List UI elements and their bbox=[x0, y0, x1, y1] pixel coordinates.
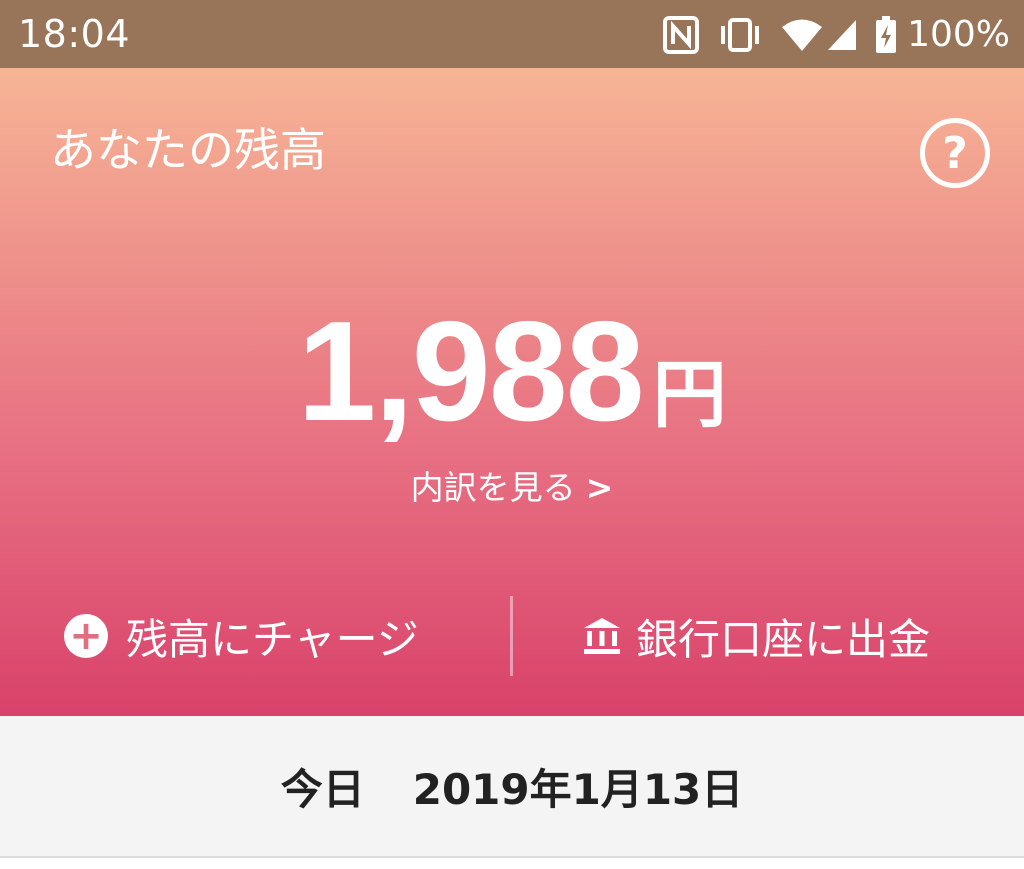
status-bar: 18:04 100% bbox=[0, 0, 1024, 68]
withdraw-label: 銀行口座に出金 bbox=[636, 614, 931, 664]
action-bar: + 残高にチャージ 銀行口座に出金 bbox=[0, 596, 1024, 676]
breakdown-label: 内訳を見る bbox=[410, 468, 576, 507]
signal-icon bbox=[827, 19, 857, 51]
battery-percentage: 100% bbox=[907, 14, 1010, 55]
help-button[interactable]: ? bbox=[920, 118, 990, 188]
balance-value: 1,988 bbox=[297, 292, 644, 451]
date-header: 今日 2019年1月13日 bbox=[0, 716, 1024, 858]
plus-circle-icon: + bbox=[64, 614, 108, 658]
help-icon: ? bbox=[942, 127, 968, 179]
vibrate-icon bbox=[717, 17, 763, 53]
date-value: 2019年1月13日 bbox=[412, 764, 744, 814]
status-time: 18:04 bbox=[18, 12, 131, 56]
balance-amount: 1,988 円 bbox=[0, 292, 1024, 451]
balance-panel: あなたの残高 ? 1,988 円 内訳を見る > + 残高にチャージ 銀行口座に… bbox=[0, 68, 1024, 716]
today-label: 今日 bbox=[280, 764, 365, 814]
chevron-right-icon: > bbox=[585, 468, 614, 507]
charge-label: 残高にチャージ bbox=[126, 614, 419, 664]
status-icons: 100% bbox=[645, 10, 1010, 60]
battery-icon bbox=[875, 16, 897, 54]
wifi-icon bbox=[781, 18, 823, 52]
charge-button[interactable]: + 残高にチャージ bbox=[64, 596, 419, 676]
action-divider bbox=[510, 596, 513, 676]
currency-unit: 円 bbox=[652, 352, 727, 438]
page-title: あなたの残高 bbox=[50, 123, 326, 177]
nfc-icon bbox=[663, 16, 700, 54]
withdraw-button[interactable]: 銀行口座に出金 bbox=[582, 596, 930, 676]
bank-icon bbox=[582, 616, 622, 656]
breakdown-link[interactable]: 内訳を見る > bbox=[0, 464, 1024, 512]
